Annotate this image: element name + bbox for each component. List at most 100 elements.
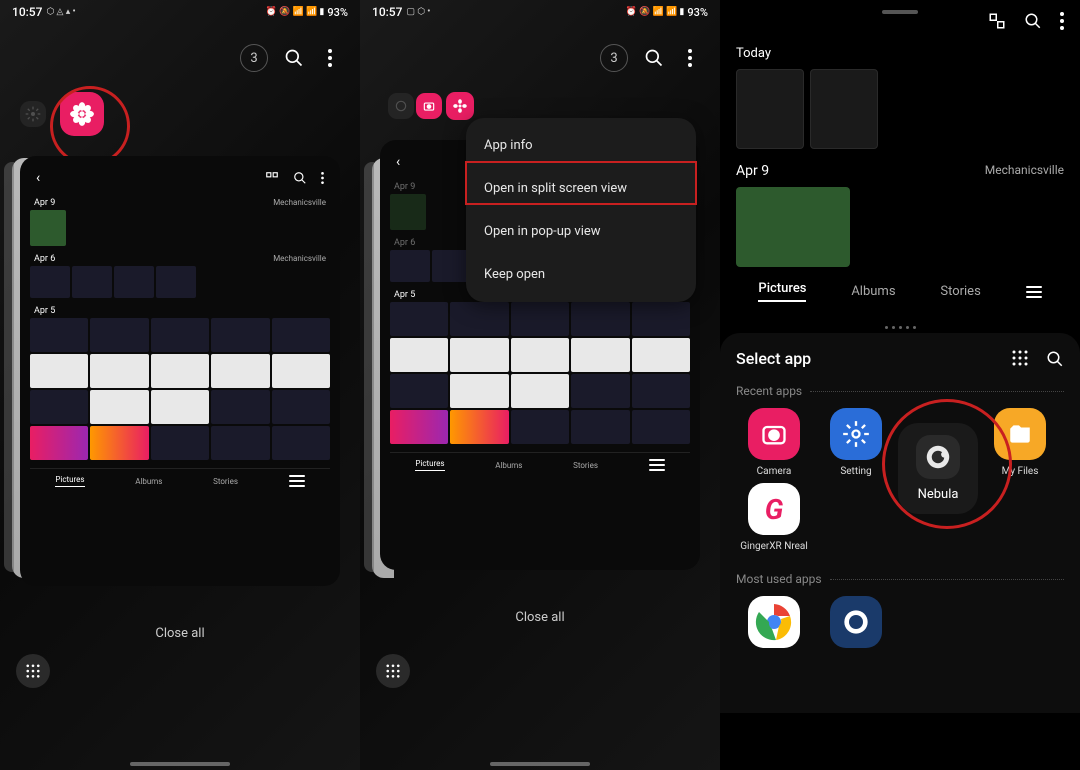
photo-thumb[interactable] — [30, 426, 88, 460]
settings-icon-small[interactable] — [388, 93, 414, 119]
photo-thumb[interactable] — [632, 374, 690, 408]
photo-thumb[interactable] — [390, 250, 430, 282]
app-tile-ginger[interactable]: G GingerXR Nreal — [736, 483, 812, 552]
recents-count[interactable]: 3 — [240, 44, 268, 72]
photo-thumb[interactable] — [211, 318, 269, 352]
home-indicator[interactable] — [490, 762, 590, 766]
photo-thumb[interactable] — [632, 338, 690, 372]
home-indicator[interactable] — [130, 762, 230, 766]
recents-count[interactable]: 3 — [600, 44, 628, 72]
photo-thumb[interactable] — [390, 194, 426, 230]
photo-thumb[interactable] — [736, 187, 850, 267]
photo-thumb[interactable] — [390, 374, 448, 408]
more-icon[interactable] — [1060, 12, 1064, 30]
apps-grid-button[interactable] — [16, 654, 50, 688]
photo-thumb[interactable] — [571, 338, 629, 372]
photo-thumb[interactable] — [511, 302, 569, 336]
photo-thumb[interactable] — [571, 302, 629, 336]
hamburger-icon[interactable] — [1026, 286, 1042, 298]
photo-thumb[interactable] — [151, 426, 209, 460]
multi-window-icon[interactable] — [988, 12, 1006, 30]
photo-thumb[interactable] — [511, 410, 569, 444]
photo-thumb[interactable] — [390, 410, 448, 444]
photo-thumb[interactable] — [30, 390, 88, 424]
photo-thumb[interactable] — [90, 426, 148, 460]
photo-thumb[interactable] — [90, 318, 148, 352]
screenshot-thumb[interactable] — [810, 69, 878, 149]
photo-thumb[interactable] — [72, 266, 112, 298]
photo-thumb[interactable] — [272, 426, 330, 460]
menu-app-info[interactable]: App info — [466, 124, 696, 167]
photo-thumb[interactable] — [156, 266, 196, 298]
photo-thumb[interactable] — [571, 410, 629, 444]
grid-icon[interactable] — [265, 171, 279, 185]
photo-thumb[interactable] — [211, 390, 269, 424]
photo-thumb[interactable] — [211, 354, 269, 388]
photo-thumb[interactable] — [390, 338, 448, 372]
close-all-button[interactable]: Close all — [360, 610, 720, 625]
tab-pictures[interactable]: Pictures — [758, 281, 806, 302]
search-icon[interactable] — [644, 48, 664, 68]
close-all-button[interactable]: Close all — [0, 626, 360, 641]
hamburger-icon[interactable] — [289, 475, 305, 487]
app-tile-settings[interactable]: Setting — [818, 408, 894, 477]
app-tile-nebula[interactable]: Nebula — [898, 423, 978, 514]
grid-icon[interactable] — [1012, 350, 1028, 366]
photo-thumb[interactable] — [450, 374, 508, 408]
search-icon[interactable] — [1024, 12, 1042, 30]
photo-thumb[interactable] — [151, 354, 209, 388]
photo-thumb[interactable] — [114, 266, 154, 298]
camera-icon-small[interactable] — [416, 93, 442, 119]
tab-pictures[interactable]: Pictures — [55, 475, 84, 487]
photo-thumb[interactable] — [390, 302, 448, 336]
photo-thumb[interactable] — [632, 410, 690, 444]
search-icon-card[interactable] — [293, 171, 307, 185]
gallery-recents-card[interactable]: ‹ Apr 9Mechanicsville Apr 6Mechanicsvill… — [20, 156, 340, 586]
tab-albums[interactable]: Albums — [851, 284, 895, 299]
back-icon[interactable]: ‹ — [396, 154, 400, 170]
photo-thumb[interactable] — [30, 210, 66, 246]
photo-thumb[interactable] — [511, 374, 569, 408]
photo-thumb[interactable] — [450, 302, 508, 336]
hamburger-icon[interactable] — [649, 459, 665, 471]
photo-thumb[interactable] — [90, 390, 148, 424]
photo-thumb[interactable] — [272, 318, 330, 352]
app-tile-camera[interactable]: Camera — [736, 408, 812, 477]
photo-thumb[interactable] — [511, 338, 569, 372]
more-icon[interactable] — [320, 48, 340, 68]
apps-grid-button[interactable] — [376, 654, 410, 688]
menu-keep-open[interactable]: Keep open — [466, 253, 696, 296]
app-tile-files[interactable]: My Files — [982, 408, 1058, 477]
tab-stories[interactable]: Stories — [213, 477, 238, 486]
photo-thumb[interactable] — [151, 318, 209, 352]
tab-albums[interactable]: Albums — [495, 461, 522, 470]
app-tile-chrome[interactable] — [736, 596, 812, 648]
gallery-app-icon[interactable] — [446, 92, 474, 120]
photo-thumb[interactable] — [272, 390, 330, 424]
tab-stories[interactable]: Stories — [940, 284, 980, 299]
more-icon[interactable] — [680, 48, 700, 68]
back-icon[interactable]: ‹ — [36, 170, 40, 186]
more-icon-card[interactable] — [321, 172, 324, 184]
photo-thumb[interactable] — [632, 302, 690, 336]
photo-thumb[interactable] — [450, 338, 508, 372]
app-tile-other[interactable] — [818, 596, 894, 648]
photo-thumb[interactable] — [151, 390, 209, 424]
menu-popup-view[interactable]: Open in pop-up view — [466, 210, 696, 253]
photo-thumb[interactable] — [450, 410, 508, 444]
split-divider[interactable] — [720, 322, 1080, 333]
tab-albums[interactable]: Albums — [135, 477, 162, 486]
search-icon[interactable] — [1046, 350, 1064, 368]
search-icon[interactable] — [284, 48, 304, 68]
screenshot-thumb[interactable] — [736, 69, 804, 149]
tab-stories[interactable]: Stories — [573, 461, 598, 470]
photo-thumb[interactable] — [211, 426, 269, 460]
drag-handle[interactable] — [882, 10, 918, 14]
tab-pictures[interactable]: Pictures — [415, 459, 444, 471]
menu-split-screen[interactable]: Open in split screen view — [466, 167, 696, 210]
photo-thumb[interactable] — [30, 354, 88, 388]
photo-thumb[interactable] — [571, 374, 629, 408]
settings-icon-small[interactable] — [20, 101, 46, 127]
photo-thumb[interactable] — [272, 354, 330, 388]
photo-thumb[interactable] — [30, 318, 88, 352]
